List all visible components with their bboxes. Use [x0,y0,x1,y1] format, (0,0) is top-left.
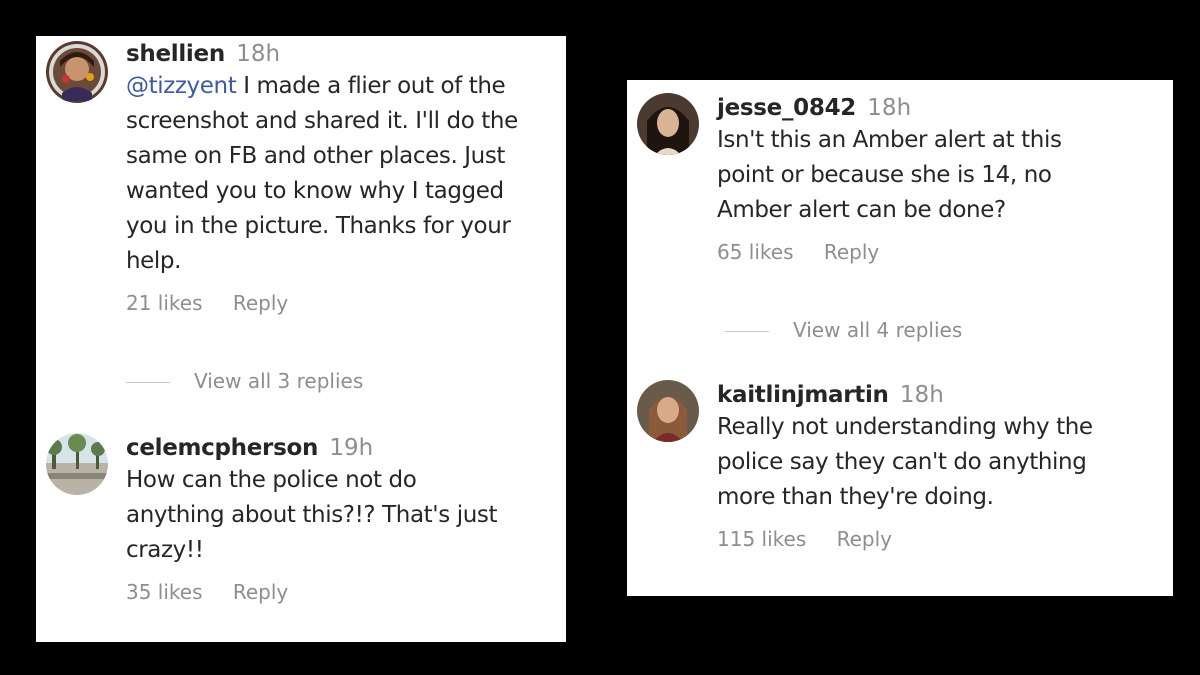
comment-line: more than they're doing. [717,484,994,510]
comment-line: Amber alert can be done? [717,197,1006,223]
comment-text: @tizzyent I made a flier out of the scre… [126,69,556,279]
username[interactable]: jesse_0842 [717,95,856,121]
comment-line: I made a flier out of the [243,73,506,99]
likes-count[interactable]: 115 likes [717,527,806,551]
comment-line: How can the police not do [126,467,417,493]
username[interactable]: kaitlinjmartin [717,382,889,408]
username[interactable]: shellien [126,41,225,67]
timestamp: 18h [236,41,281,67]
comment-line: anything about this?!? That's just [126,502,498,528]
comment-text: How can the police not do anything about… [126,463,556,568]
view-replies-label: View all 3 replies [194,369,364,393]
avatar[interactable] [46,41,108,103]
timestamp: 18h [899,382,944,408]
reply-button[interactable]: Reply [824,240,879,264]
comment-line: same on FB and other places. Just [126,143,506,169]
timestamp: 19h [329,435,374,461]
reply-button[interactable]: Reply [233,291,288,315]
comment-line: police say they can't do anything [717,449,1087,475]
likes-count[interactable]: 35 likes [126,580,203,604]
timestamp: 18h [867,95,912,121]
view-replies-button[interactable]: View all 4 replies [725,318,962,342]
comment-text: Really not understanding why the police … [717,410,1163,515]
mention-link[interactable]: @tizzyent [126,73,237,99]
comment-line: Really not understanding why the [717,414,1093,440]
user-avatar-icon [637,93,699,155]
likes-count[interactable]: 65 likes [717,240,794,264]
comment-line: crazy!! [126,537,204,563]
comment-line: Isn't this an Amber alert at this [717,127,1062,153]
view-replies-button[interactable]: View all 3 replies [126,369,363,393]
avatar[interactable] [46,433,108,495]
view-replies-label: View all 4 replies [793,318,963,342]
comment-line: help. [126,248,182,274]
user-avatar-icon [46,41,108,103]
user-avatar-icon [637,380,699,442]
divider-line [126,382,170,383]
reply-button[interactable]: Reply [837,527,892,551]
reply-button[interactable]: Reply [233,580,288,604]
divider-line [725,331,769,332]
comments-panel-right: jesse_0842 18h Isn't this an Amber alert… [627,80,1173,596]
comment-line: you in the picture. Thanks for your [126,213,511,239]
comment-line: point or because she is 14, no [717,162,1052,188]
likes-count[interactable]: 21 likes [126,291,203,315]
comment-text: Isn't this an Amber alert at this point … [717,123,1163,228]
comment-line: wanted you to know why I tagged [126,178,504,204]
username[interactable]: celemcpherson [126,435,318,461]
comment-line: screenshot and shared it. I'll do the [126,108,518,134]
user-avatar-icon [46,433,108,495]
avatar[interactable] [637,93,699,155]
avatar[interactable] [637,380,699,442]
comments-panel-left: shellien 18h @tizzyent I made a flier ou… [36,36,566,642]
